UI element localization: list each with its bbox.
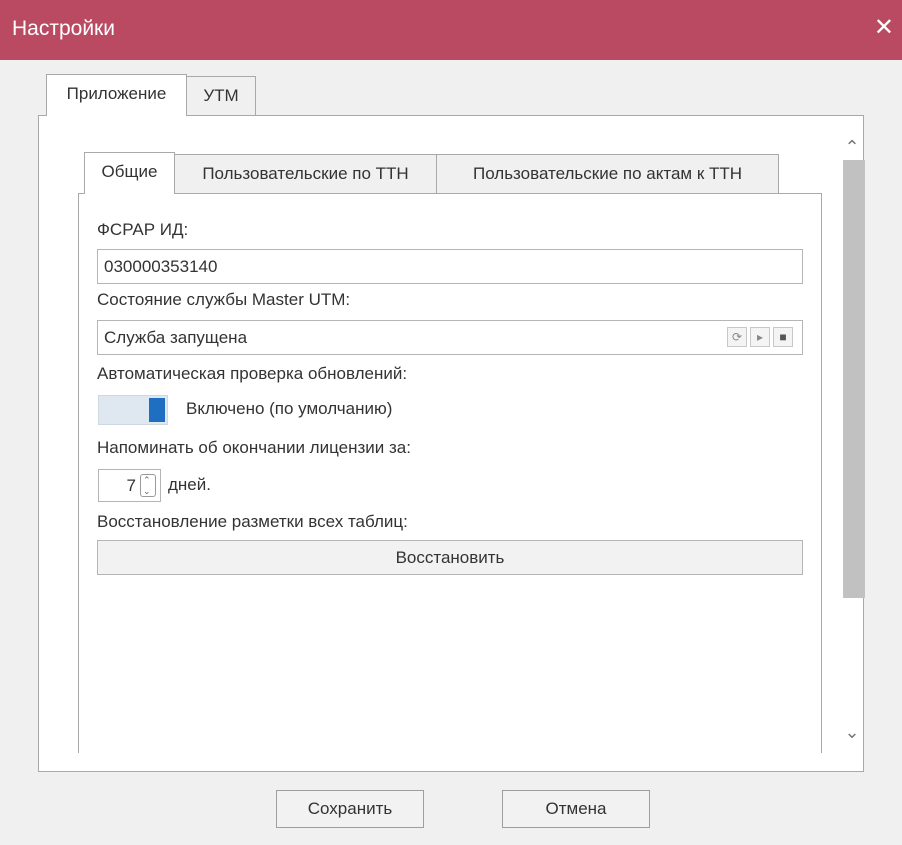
cancel-button[interactable]: Отмена (502, 790, 650, 828)
scroll-down-icon[interactable]: ⌄ (842, 722, 862, 743)
tab-general[interactable]: Общие (84, 152, 175, 194)
stepper-arrows[interactable]: ⌃ ⌄ (140, 474, 156, 497)
play-icon[interactable]: ▸ (750, 327, 770, 347)
refresh-icon[interactable]: ⟳ (727, 327, 747, 347)
save-button[interactable]: Сохранить (276, 790, 424, 828)
stop-icon[interactable]: ■ (773, 327, 793, 347)
scroll-up-icon[interactable]: ⌃ (842, 137, 862, 158)
license-days-stepper[interactable]: 7 ⌃ ⌄ (98, 469, 161, 502)
fsrar-id-field[interactable]: 030000353140 (97, 249, 803, 284)
license-reminder-label: Напоминать об окончании лицензии за: (97, 438, 411, 457)
tab-application[interactable]: Приложение (46, 74, 187, 116)
chevron-up-icon[interactable]: ⌃ (143, 475, 151, 485)
toggle-knob (149, 398, 165, 422)
close-icon[interactable]: ✕ (874, 14, 894, 42)
autoupdate-toggle[interactable] (98, 395, 168, 425)
title-bar: Настройки ✕ (0, 0, 902, 60)
autoupdate-label: Автоматическая проверка обновлений: (97, 364, 408, 383)
restore-button[interactable]: Восстановить (97, 540, 803, 575)
chevron-down-icon[interactable]: ⌄ (143, 486, 151, 496)
window-title: Настройки (12, 17, 115, 40)
tab-custom-ttn-acts[interactable]: Пользовательские по актам к ТТН (436, 154, 779, 195)
tab-custom-ttn[interactable]: Пользовательские по ТТН (174, 154, 437, 195)
license-days-value: 7 (126, 476, 136, 495)
scrollbar-thumb[interactable] (843, 160, 865, 598)
fsrar-label: ФСРАР ИД: (97, 220, 189, 239)
service-status-label: Состояние службы Master UTM: (97, 290, 351, 309)
autoupdate-state: Включено (по умолчанию) (186, 399, 393, 418)
service-status-field: Служба запущена ⟳ ▸ ■ (97, 320, 803, 355)
service-status-value: Служба запущена (104, 328, 248, 347)
restore-layout-label: Восстановление разметки всех таблиц: (97, 512, 408, 531)
license-days-unit: дней. (168, 475, 211, 494)
tab-utm[interactable]: УТМ (186, 76, 256, 117)
